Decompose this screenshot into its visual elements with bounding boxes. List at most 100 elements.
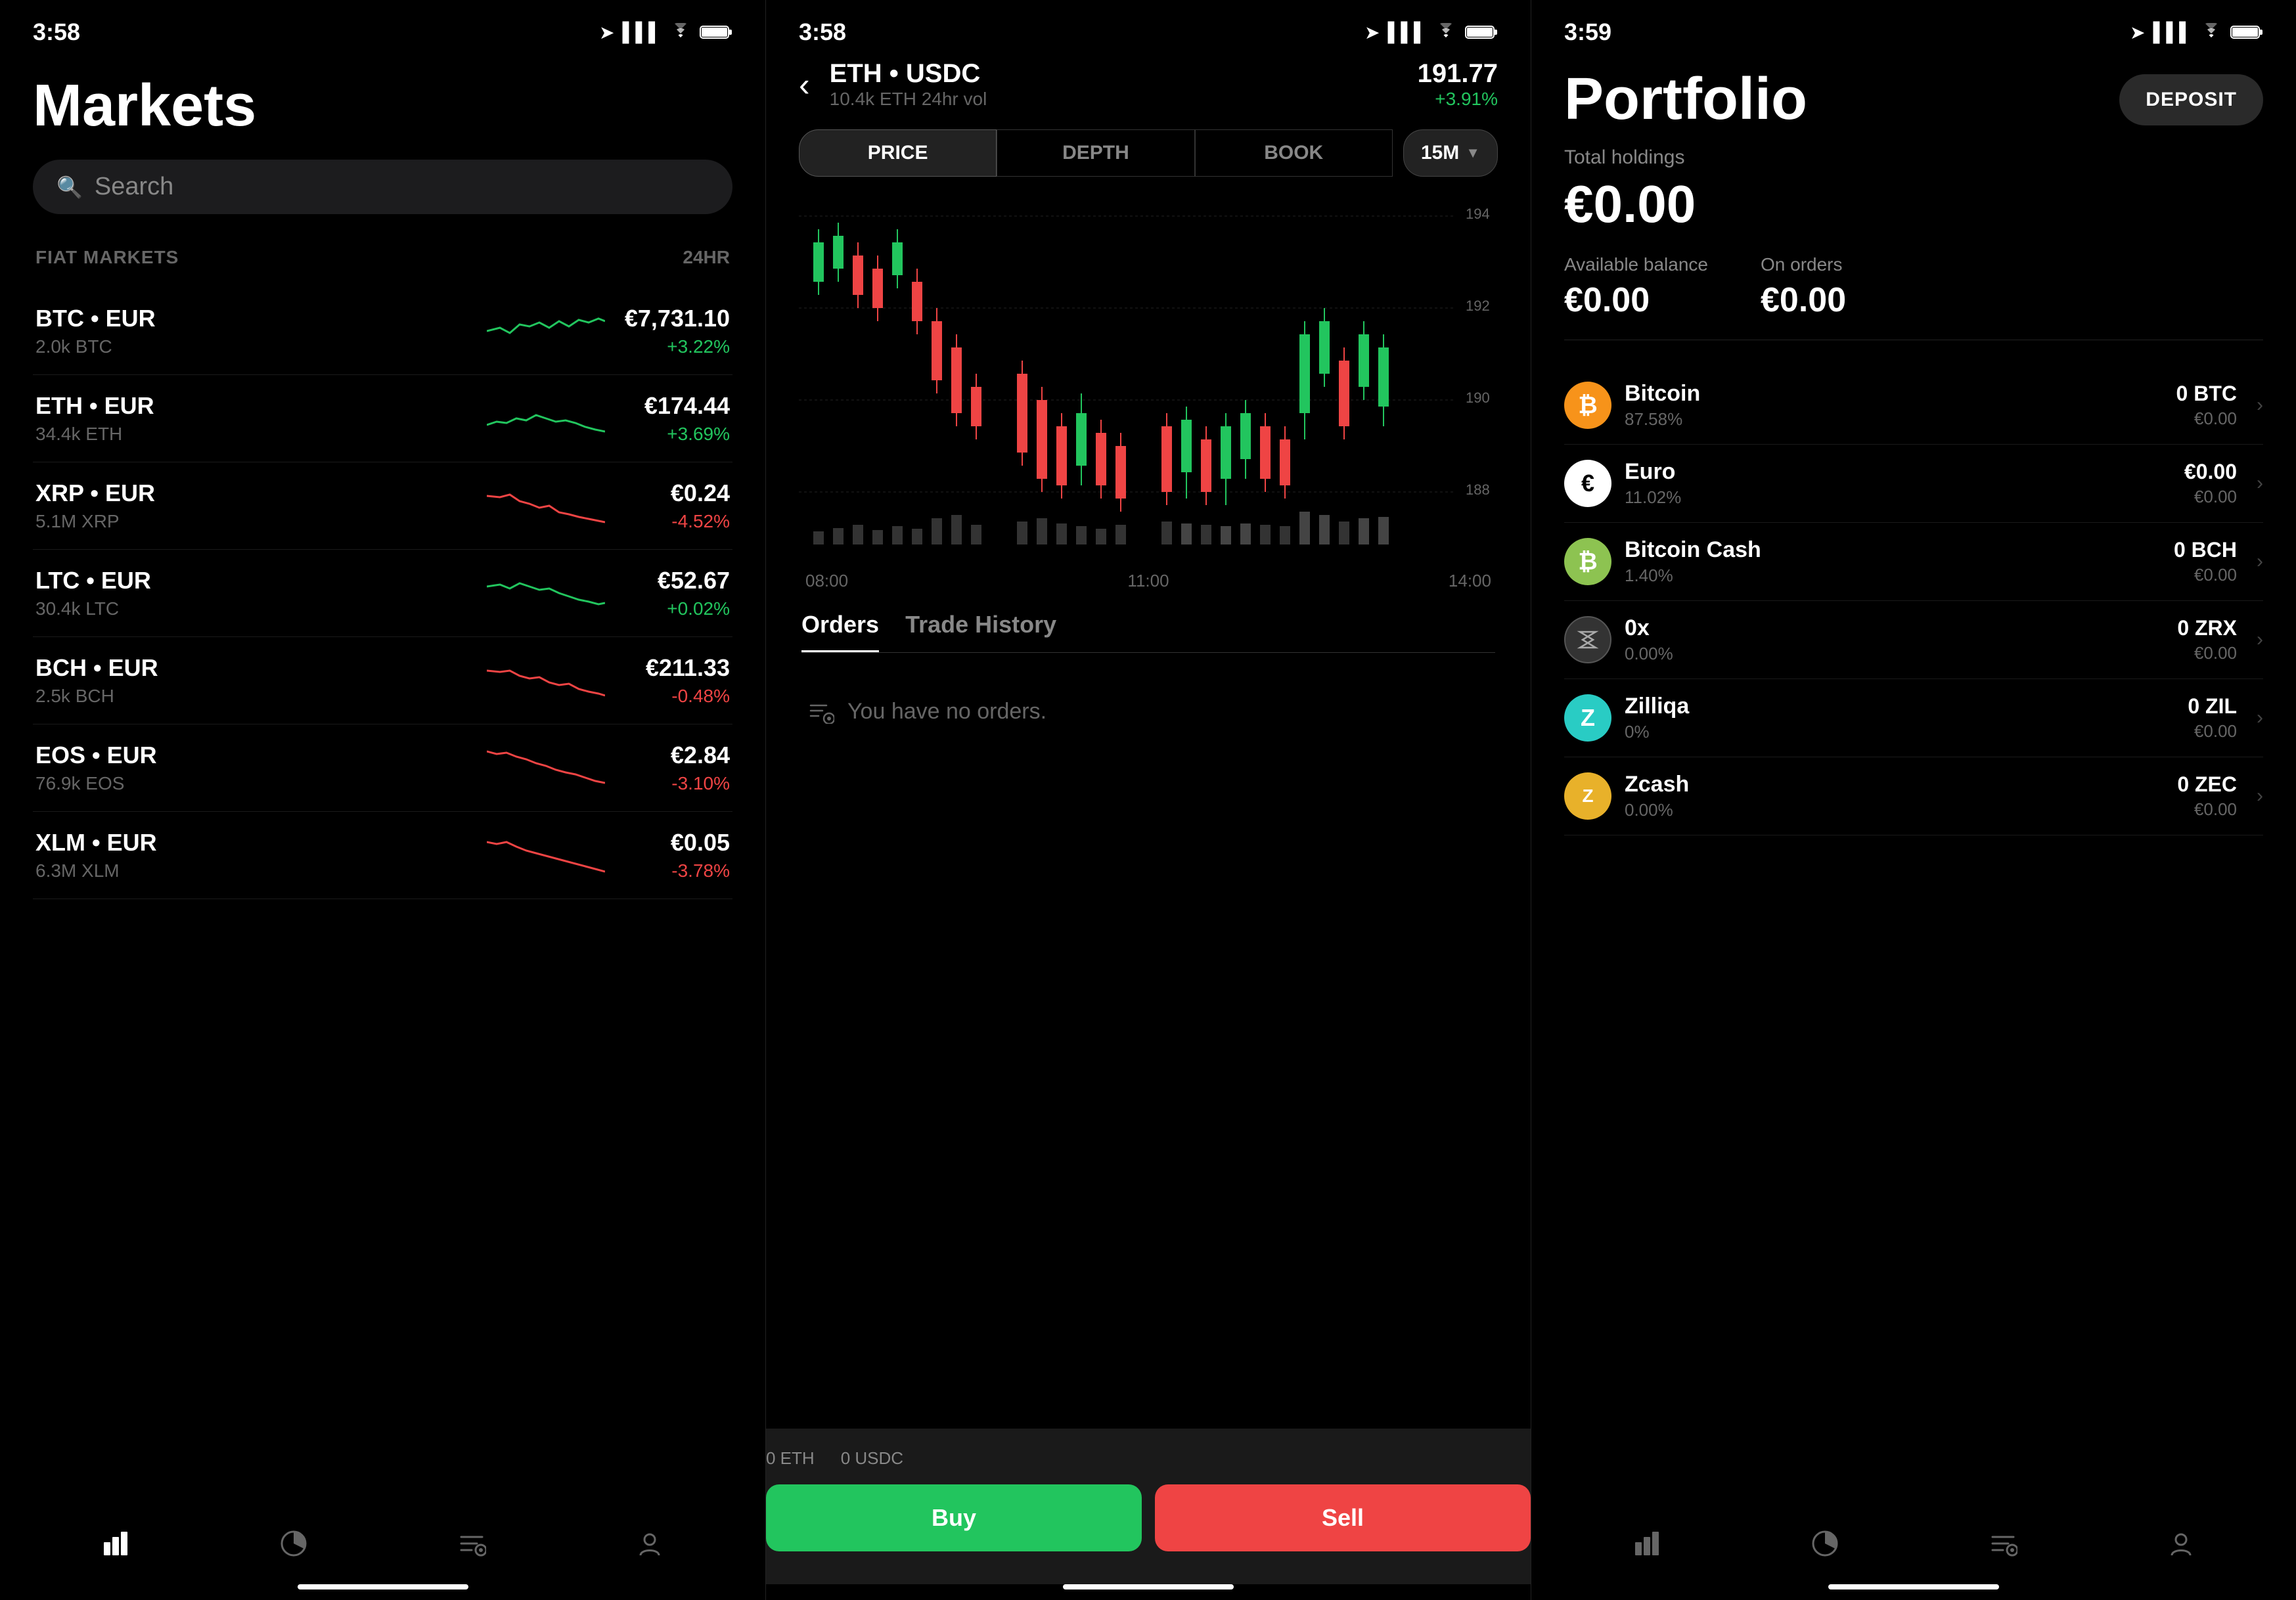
- search-icon: 🔍: [56, 175, 83, 200]
- status-time-2: 3:58: [799, 18, 846, 46]
- asset-row-eur[interactable]: € Euro 11.02% €0.00 €0.00 ›: [1564, 445, 2263, 523]
- no-orders-message: You have no orders.: [801, 673, 1495, 751]
- market-info-xlm: XLM • EUR 6.3M XLM: [35, 829, 467, 881]
- candle-21: [1260, 413, 1271, 492]
- home-indicator-3: [1828, 1584, 1999, 1589]
- candle-24: [1319, 308, 1330, 387]
- candle-8: [951, 334, 962, 426]
- trade-footer: 0 ETH 0 USDC Buy Sell: [765, 1429, 1531, 1584]
- portfolio-content: Portfolio DEPOSIT Total holdings €0.00 A…: [1531, 53, 2296, 1509]
- pair-title: ETH • USDC: [830, 59, 1405, 89]
- chart-tabs: PRICE DEPTH BOOK 15M ▼: [799, 129, 1498, 177]
- chart-eth: [487, 395, 605, 441]
- asset-row-bch[interactable]: ₿ Bitcoin Cash 1.40% 0 BCH €0.00 ›: [1564, 523, 2263, 601]
- market-row-bch[interactable]: BCH • EUR 2.5k BCH €211.33 -0.48%: [33, 637, 732, 724]
- wifi-icon: [669, 23, 692, 41]
- svg-text:192: 192: [1466, 298, 1490, 314]
- candle-22: [1280, 426, 1290, 499]
- nav-markets-icon[interactable]: [101, 1529, 130, 1558]
- timeframe-button[interactable]: 15M ▼: [1403, 129, 1498, 177]
- eur-amounts: €0.00 €0.00: [2184, 460, 2237, 507]
- sell-button[interactable]: Sell: [1155, 1484, 1531, 1551]
- market-price-eos: €2.84 -3.10%: [625, 742, 730, 794]
- candle-19: [1221, 413, 1231, 505]
- location-icon-2: ➤: [1364, 22, 1380, 43]
- market-row-eth[interactable]: ETH • EUR 34.4k ETH €174.44 +3.69%: [33, 375, 732, 462]
- candle-1: [813, 229, 824, 295]
- battery-icon: [700, 24, 732, 41]
- market-row-eos[interactable]: EOS • EUR 76.9k EOS €2.84 -3.10%: [33, 724, 732, 812]
- eth-balance: 0 ETH: [766, 1448, 815, 1469]
- total-holdings-value: €0.00: [1564, 174, 2263, 234]
- tab-orders[interactable]: Orders: [801, 611, 879, 652]
- available-balance-value: €0.00: [1564, 280, 1708, 320]
- chart-panel: 3:58 ➤ ▌▌▌ ‹ ETH • USDC 10.4k ETH 24hr v…: [765, 0, 1531, 1600]
- btc-info: Bitcoin 87.58%: [1625, 381, 2163, 430]
- market-row-xrp[interactable]: XRP • EUR 5.1M XRP €0.24 -4.52%: [33, 462, 732, 550]
- zrx-info: 0x 0.00%: [1625, 615, 2164, 664]
- nav-portfolio-icon[interactable]: [279, 1529, 308, 1558]
- asset-row-zec[interactable]: Z Zcash 0.00% 0 ZEC €0.00 ›: [1564, 757, 2263, 835]
- markets-header: FIAT MARKETS 24HR: [33, 247, 732, 268]
- chart-xlm: [487, 832, 605, 878]
- nav-profile-icon-3[interactable]: [2167, 1529, 2195, 1558]
- nav-orders-icon-3[interactable]: [1989, 1529, 2017, 1558]
- candle-20: [1240, 400, 1251, 479]
- time-label-2: 11:00: [1127, 571, 1169, 591]
- tab-trade-history[interactable]: Trade History: [905, 611, 1056, 652]
- balance-row: Available balance €0.00 On orders €0.00: [1564, 254, 2263, 340]
- zec-amounts: 0 ZEC €0.00: [2177, 772, 2237, 820]
- back-button[interactable]: ‹: [799, 66, 810, 104]
- eur-icon: €: [1564, 460, 1611, 507]
- bch-icon: ₿: [1564, 538, 1611, 585]
- zrx-icon: [1564, 616, 1611, 663]
- tab-book[interactable]: BOOK: [1195, 129, 1393, 177]
- market-row-xlm[interactable]: XLM • EUR 6.3M XLM €0.05 -3.78%: [33, 812, 732, 899]
- btc-amounts: 0 BTC €0.00: [2176, 382, 2237, 429]
- on-orders-value: €0.00: [1761, 280, 1846, 320]
- market-price-ltc: €52.67 +0.02%: [625, 567, 730, 619]
- bch-info: Bitcoin Cash 1.40%: [1625, 537, 2161, 586]
- markets-panel: 3:58 ➤ ▌▌▌ Markets 🔍 Search FIAT MARKETS…: [0, 0, 765, 1600]
- chart-bch: [487, 657, 605, 703]
- market-info-ltc: LTC • EUR 30.4k LTC: [35, 567, 467, 619]
- market-row-ltc[interactable]: LTC • EUR 30.4k LTC €52.67 +0.02%: [33, 550, 732, 637]
- nav-orders-icon[interactable]: [457, 1529, 486, 1558]
- zil-icon: Z: [1564, 694, 1611, 742]
- candle-15: [1115, 433, 1126, 512]
- buy-button[interactable]: Buy: [766, 1484, 1142, 1551]
- candle-6: [912, 269, 922, 334]
- nav-profile-icon[interactable]: [635, 1529, 664, 1558]
- candle-12: [1056, 413, 1067, 499]
- chart-content: ‹ ETH • USDC 10.4k ETH 24hr vol 191.77 +…: [766, 53, 1531, 1429]
- market-info-xrp: XRP • EUR 5.1M XRP: [35, 479, 467, 532]
- wifi-icon-3: [2200, 23, 2222, 41]
- bch-amounts: 0 BCH €0.00: [2174, 538, 2237, 585]
- time-axis: 08:00 11:00 14:00: [799, 571, 1498, 591]
- search-bar[interactable]: 🔍 Search: [33, 160, 732, 214]
- battery-icon-3: [2230, 24, 2263, 41]
- chart-price-block: 191.77 +3.91%: [1418, 59, 1498, 110]
- nav-markets-icon-3[interactable]: [1632, 1529, 1661, 1558]
- 24hr-label: 24HR: [683, 247, 730, 268]
- asset-row-zrx[interactable]: 0x 0.00% 0 ZRX €0.00 ›: [1564, 601, 2263, 679]
- asset-row-zil[interactable]: Z Zilliqa 0% 0 ZIL €0.00 ›: [1564, 679, 2263, 757]
- available-balance: Available balance €0.00: [1564, 254, 1708, 320]
- nav-portfolio-icon-3[interactable]: [1811, 1529, 1839, 1558]
- available-balance-label: Available balance: [1564, 254, 1708, 275]
- home-indicator-1: [298, 1584, 468, 1589]
- svg-text:190: 190: [1466, 389, 1490, 406]
- tab-depth[interactable]: DEPTH: [997, 129, 1194, 177]
- zec-info: Zcash 0.00%: [1625, 772, 2164, 820]
- eur-info: Euro 11.02%: [1625, 459, 2171, 508]
- trade-balances: 0 ETH 0 USDC: [766, 1448, 1531, 1469]
- deposit-button[interactable]: DEPOSIT: [2119, 74, 2263, 125]
- asset-row-btc[interactable]: ₿ Bitcoin 87.58% 0 BTC €0.00 ›: [1564, 367, 2263, 445]
- portfolio-title: Portfolio: [1564, 66, 1807, 133]
- svg-text:194: 194: [1466, 206, 1490, 222]
- tab-price[interactable]: PRICE: [799, 129, 997, 177]
- candle-27: [1378, 334, 1389, 426]
- signal-icon: ▌▌▌: [622, 22, 662, 43]
- on-orders-label: On orders: [1761, 254, 1846, 275]
- market-row-btc[interactable]: BTC • EUR 2.0k BTC €7,731.10 +3.22%: [33, 288, 732, 375]
